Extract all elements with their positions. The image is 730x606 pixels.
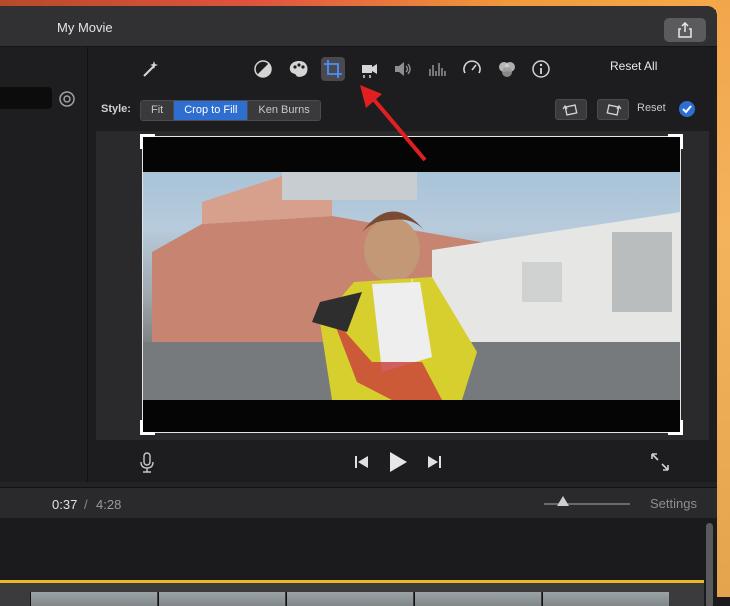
play-icon[interactable]	[388, 451, 408, 473]
crop-handle-top-left[interactable]	[140, 134, 155, 149]
reset-button[interactable]: Reset	[637, 102, 666, 114]
playback-controls	[354, 451, 442, 473]
apply-checkmark-icon[interactable]	[678, 100, 696, 118]
timeline-zoom-slider[interactable]	[544, 496, 630, 506]
style-label: Style:	[101, 103, 131, 115]
gear-icon[interactable]	[57, 89, 77, 109]
zoom-slider-knob[interactable]	[557, 496, 569, 506]
search-field[interactable]	[0, 87, 52, 109]
crop-handle-bottom-left[interactable]	[140, 420, 155, 435]
magic-wand-icon[interactable]	[138, 57, 162, 81]
crop-frame[interactable]	[140, 134, 683, 435]
crop-icon[interactable]	[321, 57, 345, 81]
time-separator: /	[84, 497, 88, 512]
timeline-clip[interactable]	[158, 592, 285, 606]
current-time: 0:37	[52, 497, 78, 512]
info-icon[interactable]	[529, 57, 553, 81]
color-correction-icon[interactable]	[287, 57, 311, 81]
title-bar: My Movie	[0, 6, 717, 47]
annotation-arrow	[360, 85, 427, 162]
timeline-clip[interactable]	[542, 592, 669, 606]
timeline-clip[interactable]	[414, 592, 541, 606]
ken-burns-option[interactable]: Ken Burns	[248, 101, 320, 120]
crosshair-icon	[404, 279, 420, 295]
timeline-scrollbar[interactable]	[706, 523, 713, 606]
stabilization-icon[interactable]	[357, 57, 381, 81]
rotate-left-button[interactable]	[555, 99, 587, 120]
timeline-clip[interactable]	[30, 592, 157, 606]
crop-handle-top-right[interactable]	[668, 134, 683, 149]
timeline-clip[interactable]	[286, 592, 413, 606]
skip-back-icon[interactable]	[354, 455, 370, 469]
fit-option[interactable]: Fit	[141, 101, 175, 120]
desktop-background-right	[716, 0, 730, 597]
crop-style-selector: Fit Crop to Fill Ken Burns	[140, 100, 321, 121]
share-button[interactable]	[664, 18, 706, 42]
crop-handle-bottom-right[interactable]	[668, 420, 683, 435]
microphone-icon[interactable]	[138, 452, 156, 474]
rotate-left-icon	[562, 103, 578, 116]
video-viewer	[96, 131, 709, 440]
clip-strip	[0, 580, 704, 606]
window-title: My Movie	[57, 20, 113, 35]
timeline-header: 0:37 / 4:28 Settings	[0, 487, 717, 519]
settings-button[interactable]: Settings	[650, 496, 697, 511]
reset-all-button[interactable]: Reset All	[610, 59, 657, 73]
filters-icon[interactable]	[495, 57, 519, 81]
crop-to-fill-option[interactable]: Crop to Fill	[174, 101, 249, 120]
speed-icon[interactable]	[460, 57, 484, 81]
rotate-right-icon	[606, 103, 622, 116]
fullscreen-icon[interactable]	[650, 452, 670, 472]
equalizer-icon[interactable]	[425, 57, 449, 81]
color-balance-icon[interactable]	[251, 57, 275, 81]
share-icon	[678, 22, 692, 38]
volume-icon[interactable]	[391, 57, 415, 81]
rotate-right-button[interactable]	[597, 99, 629, 120]
skip-forward-icon[interactable]	[426, 455, 442, 469]
total-duration: 4:28	[96, 497, 122, 512]
timeline	[0, 518, 717, 606]
library-panel	[0, 47, 88, 482]
